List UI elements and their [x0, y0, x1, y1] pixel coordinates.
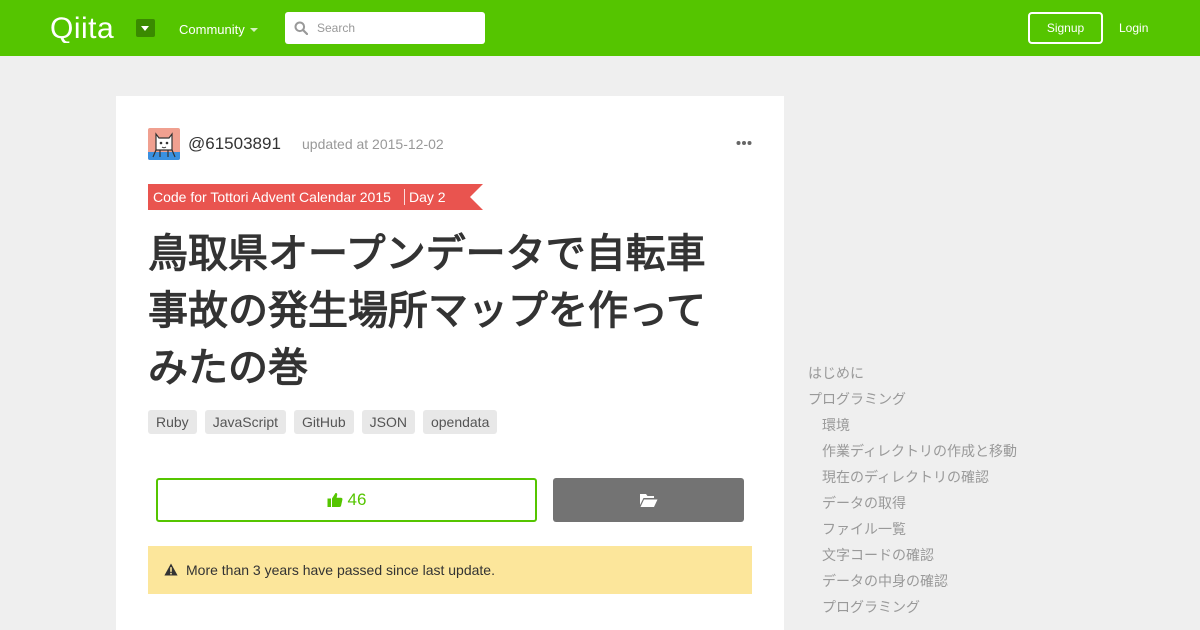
community-menu[interactable]: Community	[179, 22, 245, 38]
toc-item[interactable]: プログラミング	[808, 386, 906, 412]
logo-menu-caret-icon[interactable]	[136, 19, 155, 37]
tag-list: Ruby JavaScript GitHub JSON opendata	[148, 410, 498, 434]
toc-item[interactable]: 現在のディレクトリの確認	[822, 464, 989, 490]
tag-github[interactable]: GitHub	[294, 410, 354, 434]
tag-json[interactable]: JSON	[361, 410, 415, 434]
tag-opendata[interactable]: opendata	[422, 410, 498, 434]
like-button[interactable]: 46	[156, 478, 537, 522]
search-box[interactable]	[285, 12, 485, 44]
toc-item[interactable]: はじめに	[808, 360, 864, 386]
svg-text:Qiita: Qiita	[50, 13, 114, 43]
outdated-alert: More than 3 years have passed since last…	[148, 546, 752, 594]
advent-calendar-name[interactable]: Code for Tottori Advent Calendar 2015	[153, 189, 391, 205]
advent-calendar-day[interactable]: Day 2	[409, 189, 446, 205]
like-button-content: 46	[158, 480, 535, 520]
article-title: 鳥取県オープンデータで自転車事故の発生場所マップを作ってみたの巻	[148, 232, 706, 390]
like-count: 46	[347, 490, 367, 509]
alert-message: More than 3 years have passed since last…	[186, 562, 495, 578]
login-link[interactable]: Login	[1119, 20, 1148, 36]
toc-item[interactable]: 文字コードの確認	[822, 542, 934, 568]
search-icon	[294, 21, 308, 35]
global-header: Qiita Community Signup Login	[0, 0, 1200, 56]
stock-button[interactable]	[553, 478, 744, 522]
tag-ruby[interactable]: Ruby	[148, 410, 197, 434]
chevron-down-icon[interactable]	[250, 28, 258, 32]
avatar[interactable]	[148, 128, 180, 160]
toc-item[interactable]: プログラミング	[822, 594, 920, 620]
search-input[interactable]	[313, 12, 479, 44]
more-options-icon[interactable]	[736, 138, 752, 148]
ribbon-divider	[404, 189, 405, 205]
toc-item[interactable]: データの中身の確認	[822, 568, 948, 594]
thumbs-up-icon	[327, 492, 343, 507]
author-username[interactable]: @61503891	[188, 133, 281, 155]
toc-item[interactable]: 環境	[822, 412, 850, 438]
ribbon-tail	[470, 184, 483, 210]
toc-item[interactable]: 作業ディレクトリの作成と移動	[822, 438, 1017, 464]
folder-open-icon	[640, 494, 658, 507]
updated-date: updated at 2015-12-02	[302, 136, 444, 152]
toc-item[interactable]: ファイル一覧	[822, 516, 906, 542]
warning-icon	[164, 563, 178, 576]
signup-button[interactable]: Signup	[1028, 12, 1103, 44]
tag-javascript[interactable]: JavaScript	[204, 410, 287, 434]
qiita-logo[interactable]: Qiita	[50, 13, 126, 43]
toc-item[interactable]: データの取得	[822, 490, 906, 516]
